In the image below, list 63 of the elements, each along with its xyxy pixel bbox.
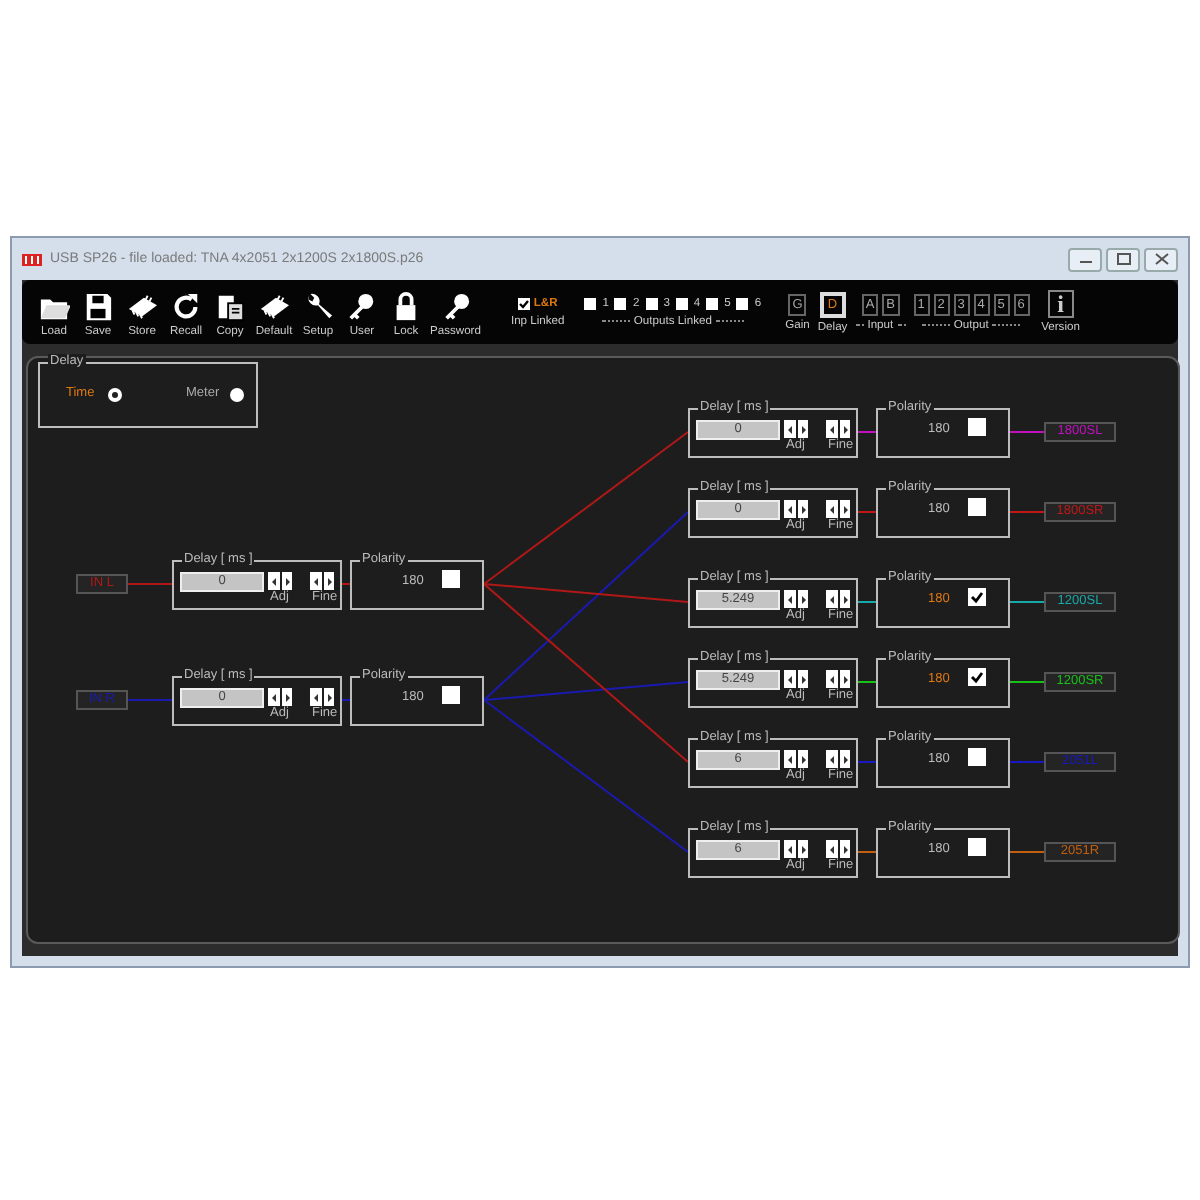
- spin-buttons[interactable]: [826, 750, 850, 768]
- view-button[interactable]: i: [1047, 290, 1074, 318]
- spin-buttons[interactable]: [826, 420, 850, 438]
- connector-line: [127, 699, 173, 701]
- maximize-icon: [1113, 252, 1133, 266]
- checkbox[interactable]: [584, 297, 597, 309]
- checkbox[interactable]: [645, 297, 658, 309]
- invert-checkbox[interactable]: [442, 570, 460, 588]
- connector-line: [1009, 601, 1045, 603]
- wrench-icon: [302, 292, 334, 322]
- invert-checkbox[interactable]: [442, 686, 460, 704]
- logo-icon: [22, 253, 42, 265]
- connector-line: [1009, 851, 1045, 853]
- connector-line: [1009, 761, 1045, 763]
- close-button[interactable]: [1144, 247, 1178, 271]
- checkbox[interactable]: [517, 297, 530, 309]
- spin-buttons[interactable]: [784, 840, 808, 858]
- maximize-button[interactable]: [1106, 247, 1140, 271]
- connector-line: [1009, 681, 1045, 683]
- key-icon: [346, 292, 378, 322]
- connector-line: [857, 851, 877, 853]
- radio-button[interactable]: [230, 388, 244, 402]
- spin-buttons[interactable]: [826, 590, 850, 608]
- connector-line: [857, 761, 877, 763]
- checkbox[interactable]: [675, 297, 688, 309]
- clipboard-icon: [214, 292, 246, 322]
- refresh-icon: [170, 292, 202, 322]
- connector-line: [857, 681, 877, 683]
- invert-checkbox[interactable]: [968, 588, 986, 606]
- invert-checkbox[interactable]: [968, 498, 986, 516]
- spin-buttons[interactable]: [310, 688, 334, 706]
- spin-buttons[interactable]: [310, 572, 334, 590]
- connector-line: [857, 601, 877, 603]
- connector-line: [857, 431, 877, 433]
- floppy-icon: [82, 292, 114, 322]
- spin-buttons[interactable]: [784, 750, 808, 768]
- spin-buttons[interactable]: [784, 420, 808, 438]
- spin-buttons[interactable]: [784, 500, 808, 518]
- spin-buttons[interactable]: [268, 688, 292, 706]
- connector-line: [341, 699, 351, 701]
- connector-line: [341, 583, 351, 585]
- spin-buttons[interactable]: [268, 572, 292, 590]
- checkbox[interactable]: [614, 297, 627, 309]
- close-icon: [1151, 252, 1171, 266]
- invert-checkbox[interactable]: [968, 668, 986, 686]
- checkbox[interactable]: [706, 297, 719, 309]
- spin-buttons[interactable]: [784, 670, 808, 688]
- connector-line: [1009, 511, 1045, 513]
- connector-line: [127, 583, 173, 585]
- chip-icon: [258, 292, 290, 322]
- radio-button[interactable]: [108, 388, 122, 402]
- spin-buttons[interactable]: [826, 670, 850, 688]
- minimize-button[interactable]: [1068, 247, 1102, 271]
- invert-checkbox[interactable]: [968, 418, 986, 436]
- spin-buttons[interactable]: [826, 840, 850, 858]
- invert-checkbox[interactable]: [968, 748, 986, 766]
- chip-icon: [126, 292, 158, 322]
- connector-line: [1009, 431, 1045, 433]
- invert-checkbox[interactable]: [968, 838, 986, 856]
- spin-buttons[interactable]: [826, 500, 850, 518]
- connector-line: [857, 511, 877, 513]
- spin-buttons[interactable]: [784, 590, 808, 608]
- checkbox[interactable]: [736, 297, 749, 309]
